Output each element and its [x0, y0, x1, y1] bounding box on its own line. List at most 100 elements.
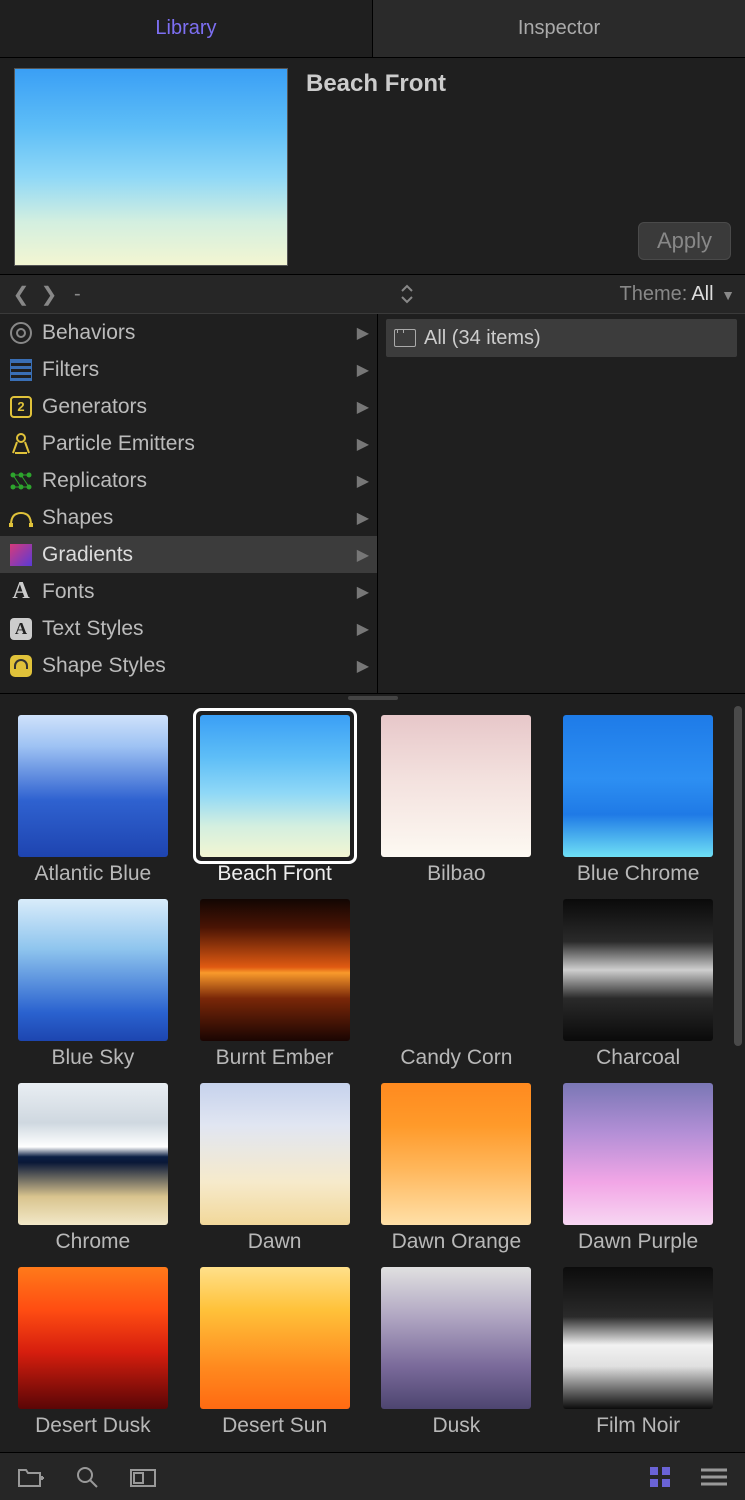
scrollbar-thumb[interactable] [734, 706, 742, 1046]
gradient-charcoal[interactable]: Charcoal [551, 892, 725, 1070]
category-shape-styles[interactable]: Shape Styles▶ [0, 647, 377, 684]
chevron-right-icon: ▶ [357, 656, 369, 676]
category-label: Generators [42, 395, 357, 419]
gradient-label: Chrome [56, 1230, 131, 1254]
category-label: Text Styles [42, 617, 357, 641]
chevron-right-icon: ▶ [357, 434, 369, 454]
category-label: Replicators [42, 469, 357, 493]
category-icon [8, 357, 34, 383]
category-icon: A [8, 616, 34, 642]
view-list-icon[interactable] [697, 1462, 731, 1492]
gradient-desert-sun[interactable]: Desert Sun [188, 1260, 362, 1438]
gradient-label: Atlantic Blue [35, 862, 152, 886]
gradient-dawn-orange[interactable]: Dawn Orange [370, 1076, 544, 1254]
category-list: Behaviors▶Filters▶2Generators▶Particle E… [0, 314, 378, 693]
preview-title: Beach Front [306, 68, 731, 98]
chevron-right-icon: ▶ [357, 360, 369, 380]
category-label: Shapes [42, 506, 357, 530]
bottom-toolbar [0, 1452, 745, 1500]
preview-info: Beach Front Apply [306, 68, 731, 266]
gradient-swatch [200, 899, 350, 1041]
category-icon: A [8, 579, 34, 605]
chevron-right-icon: ▶ [357, 471, 369, 491]
gradient-grid: Atlantic Blue Beach Front Bilbao Blue Chrom… [0, 702, 731, 1452]
gradient-swatch [381, 1267, 531, 1409]
gradient-blue-sky[interactable]: Blue Sky [6, 892, 180, 1070]
gradient-beach-front[interactable]: Beach Front [188, 708, 362, 886]
category-label: Particle Emitters [42, 432, 357, 456]
gradient-swatch [563, 899, 713, 1041]
gradient-swatch [18, 1267, 168, 1409]
gradient-swatch [381, 899, 531, 1041]
nav-stepper-icon[interactable] [397, 284, 417, 304]
preview-thumbnail [14, 68, 288, 266]
category-behaviors[interactable]: Behaviors▶ [0, 314, 377, 351]
category-generators[interactable]: 2Generators▶ [0, 388, 377, 425]
category-filters[interactable]: Filters▶ [0, 351, 377, 388]
gradient-blue-chrome[interactable]: Blue Chrome [551, 708, 725, 886]
new-folder-icon[interactable] [14, 1462, 48, 1492]
category-label: Behaviors [42, 321, 357, 345]
bin-icon[interactable] [126, 1462, 160, 1492]
category-particle-emitters[interactable]: Particle Emitters▶ [0, 425, 377, 462]
subfolder-label: All (34 items) [424, 327, 541, 350]
gradient-dawn-purple[interactable]: Dawn Purple [551, 1076, 725, 1254]
category-replicators[interactable]: Replicators▶ [0, 462, 377, 499]
gradient-label: Film Noir [596, 1414, 680, 1438]
category-fonts[interactable]: AFonts▶ [0, 573, 377, 610]
gradient-swatch [381, 715, 531, 857]
subfolder-all[interactable]: All (34 items) [386, 319, 737, 357]
preview-area: Beach Front Apply [0, 58, 745, 274]
browser-columns: Behaviors▶Filters▶2Generators▶Particle E… [0, 314, 745, 694]
gradient-swatch [18, 1083, 168, 1225]
nav-forward-icon[interactable]: ❯ [38, 282, 60, 307]
gradient-swatch [563, 1083, 713, 1225]
chevron-right-icon: ▶ [357, 619, 369, 639]
chevron-right-icon: ▶ [357, 397, 369, 417]
category-icon [8, 320, 34, 346]
gradient-chrome[interactable]: Chrome [6, 1076, 180, 1254]
path-bar: ❮ ❯ - Theme: All ▼ [0, 274, 745, 314]
category-shapes[interactable]: Shapes▶ [0, 499, 377, 536]
chevron-right-icon: ▶ [357, 508, 369, 528]
chevron-down-icon: ▼ [721, 287, 735, 303]
chevron-right-icon: ▶ [357, 582, 369, 602]
folder-icon [394, 329, 416, 347]
gradient-swatch [200, 1267, 350, 1409]
category-label: Gradients [42, 543, 357, 567]
gradient-dusk[interactable]: Dusk [370, 1260, 544, 1438]
category-text-styles[interactable]: A Text Styles▶ [0, 610, 377, 647]
gradient-label: Bilbao [427, 862, 485, 886]
gradient-label: Dawn Orange [392, 1230, 522, 1254]
theme-dropdown[interactable]: All ▼ [691, 283, 735, 306]
scrollbar[interactable] [731, 702, 745, 1452]
gradient-label: Charcoal [596, 1046, 680, 1070]
gradient-swatch [200, 1083, 350, 1225]
gradient-swatch [381, 1083, 531, 1225]
category-icon [8, 653, 34, 679]
nav-path-label: - [74, 283, 277, 306]
gradient-desert-dusk[interactable]: Desert Dusk [6, 1260, 180, 1438]
gradient-label: Candy Corn [400, 1046, 512, 1070]
category-label: Filters [42, 358, 357, 382]
category-gradients[interactable]: Gradients▶ [0, 536, 377, 573]
gradient-burnt-ember[interactable]: Burnt Ember [188, 892, 362, 1070]
gradient-atlantic-blue[interactable]: Atlantic Blue [6, 708, 180, 886]
view-grid-icon[interactable] [643, 1462, 677, 1492]
gradient-candy-corn[interactable]: Candy Corn [370, 892, 544, 1070]
gradient-grid-wrap: Atlantic Blue Beach Front Bilbao Blue Chrom… [0, 702, 745, 1452]
gradient-dawn[interactable]: Dawn [188, 1076, 362, 1254]
category-icon [8, 505, 34, 531]
gradient-label: Blue Sky [51, 1046, 134, 1070]
search-icon[interactable] [70, 1462, 104, 1492]
subfolder-list: All (34 items) [378, 314, 745, 693]
panel-tabs: Library Inspector [0, 0, 745, 58]
gradient-bilbao[interactable]: Bilbao [370, 708, 544, 886]
tab-library[interactable]: Library [0, 0, 372, 57]
tab-inspector[interactable]: Inspector [372, 0, 745, 57]
apply-button[interactable]: Apply [638, 222, 731, 260]
nav-back-icon[interactable]: ❮ [10, 282, 32, 307]
drag-handle[interactable] [0, 694, 745, 702]
gradient-film-noir[interactable]: Film Noir [551, 1260, 725, 1438]
gradient-label: Dusk [432, 1414, 480, 1438]
